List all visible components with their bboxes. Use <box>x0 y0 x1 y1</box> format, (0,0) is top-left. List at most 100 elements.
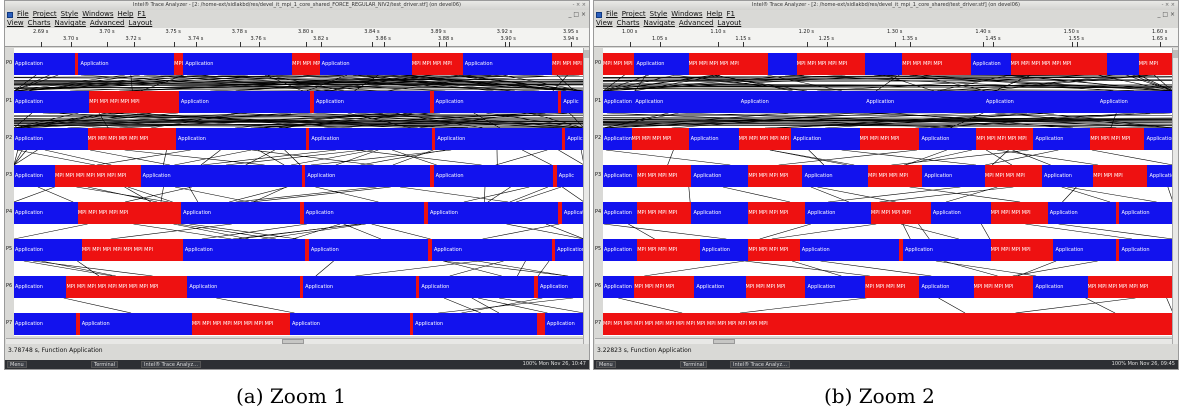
mpi-segment[interactable] <box>551 239 555 261</box>
vertical-scroll-thumb[interactable] <box>1173 50 1178 58</box>
mpi-segment[interactable] <box>553 165 557 187</box>
mpi-segment[interactable] <box>76 313 80 335</box>
mpi-segment[interactable]: MPI MPI <box>1138 53 1173 75</box>
process-lane-P5[interactable]: MPI MPI MPI MPI MPI MPI MPI MPI MPI MPI MP… <box>603 239 1173 261</box>
mpi-segment[interactable] <box>300 202 304 224</box>
mpi-segment[interactable]: MPI MPI MPI MPI MPI MPI MPI MPI MPI <box>66 276 188 298</box>
time-ruler[interactable]: 2.69 s 3.70 s 3.75 s 3.78 s 3.80 s 3.84 s 3.89… <box>5 28 589 47</box>
mpi-segment[interactable] <box>534 276 538 298</box>
menu-5[interactable]: F1 <box>726 10 734 19</box>
menu-0[interactable]: File <box>17 10 29 19</box>
mpi-segment[interactable] <box>409 313 413 335</box>
mpi-segment[interactable] <box>557 91 562 113</box>
chart-menu-4[interactable]: Layout <box>718 19 742 28</box>
process-lane-P3[interactable]: MPI MPI MPI MPI MPI MPI MPI MPI MPI MPI MP… <box>603 165 1173 187</box>
chart-menu-0[interactable]: View <box>7 19 24 28</box>
mpi-segment[interactable] <box>561 128 566 150</box>
mpi-segment[interactable]: MPI MPI MPI MPI MPI <box>688 53 769 75</box>
menu-4[interactable]: Help <box>707 10 723 19</box>
vertical-scrollbar[interactable] <box>583 48 589 344</box>
process-lane-P4[interactable]: MPI MPI MPI MPI MPI Application Applicatio… <box>14 202 584 224</box>
mpi-segment[interactable]: MPI MPI MPI MPI <box>868 165 923 187</box>
process-lane-P1[interactable]: Application Application Application Applica… <box>603 91 1173 113</box>
process-lane-P0[interactable]: MPI MPI MPI MPI MPI MPI MPI MPI MPI MPI MP… <box>603 53 1173 75</box>
trace-analyzer-taskbar-button[interactable]: Intel® Trace Analyz... <box>141 361 201 368</box>
process-lane-P3[interactable]: MPI MPI MPI MPI MPI MPI MPI Application Ap… <box>14 165 584 187</box>
menu-5[interactable]: F1 <box>137 10 145 19</box>
chart-menu-2[interactable]: Navigate <box>644 19 675 28</box>
mpi-segment[interactable] <box>424 202 428 224</box>
mpi-segment[interactable] <box>305 128 310 150</box>
mpi-segment[interactable]: MPI MPI MPI MPI <box>748 202 806 224</box>
mpi-segment[interactable] <box>299 276 303 298</box>
mpi-segment[interactable] <box>899 239 903 261</box>
menu-2[interactable]: Style <box>650 10 668 19</box>
menu-0[interactable]: File <box>606 10 618 19</box>
mpi-segment[interactable]: MPI MPI MPI MPI MPI <box>89 91 179 113</box>
mpi-segment[interactable]: MPI <box>174 53 184 75</box>
process-lane-P2[interactable]: MPI MPI MPI MPI MPI MPI Application Applic… <box>14 128 584 150</box>
window-inner-controls[interactable]: _ □ × <box>568 10 586 19</box>
window-controls[interactable]: - × × <box>573 1 586 10</box>
mpi-segment[interactable]: MPI MPI MPI MPI <box>902 53 971 75</box>
process-lane-P1[interactable]: MPI MPI MPI MPI MPI Application Applicatio… <box>14 91 584 113</box>
menu-4[interactable]: Help <box>118 10 134 19</box>
chart-menu-4[interactable]: Layout <box>129 19 153 28</box>
window-controls[interactable]: - × × <box>1162 1 1175 10</box>
mpi-segment[interactable]: MPI MPI MPI <box>292 53 320 75</box>
mpi-segment[interactable] <box>74 53 79 75</box>
mpi-segment[interactable]: MPI MPI MPI MPI <box>859 128 920 150</box>
process-lane-P5[interactable]: MPI MPI MPI MPI MPI MPI MPI Application Ap… <box>14 239 584 261</box>
mpi-segment[interactable]: MPI MPI MPI <box>552 53 584 75</box>
mpi-segment[interactable]: MPI MPI MPI MPI MPI MPI MPI <box>55 165 141 187</box>
mpi-segment[interactable]: MPI MPI MPI MPI <box>411 53 463 75</box>
menu-3[interactable]: Windows <box>671 10 702 19</box>
mpi-segment[interactable] <box>431 128 436 150</box>
mpi-segment[interactable]: MPI MPI MPI MPI <box>637 165 692 187</box>
process-lane-P6[interactable]: MPI MPI MPI MPI MPI MPI MPI MPI MPI MPI MP… <box>603 276 1173 298</box>
mpi-segment[interactable]: MPI MPI MPI MPI MPI MPI <box>1087 276 1173 298</box>
mpi-segment[interactable]: MPI MPI MPI MPI <box>984 165 1042 187</box>
process-lane-P7[interactable]: MPI MPI MPI MPI MPI MPI MPI MPI Applicati… <box>14 313 584 335</box>
mpi-segment[interactable] <box>1116 239 1120 261</box>
mpi-segment[interactable]: MPI MPI MPI <box>1093 165 1148 187</box>
mpi-segment[interactable] <box>305 239 309 261</box>
mpi-segment[interactable]: MPI MPI MPI MPI <box>748 165 803 187</box>
chart-menu-3[interactable]: Advanced <box>679 19 714 28</box>
mpi-segment[interactable]: MPI MPI MPI MPI <box>870 202 931 224</box>
mpi-segment[interactable]: MPI MPI MPI MPI <box>865 276 920 298</box>
mpi-segment[interactable] <box>415 276 420 298</box>
process-lane-P7[interactable]: MPI MPI MPI MPI MPI MPI MPI MPI MPI MPI … <box>603 313 1173 335</box>
mpi-segment[interactable]: MPI MPI MPI MPI <box>1090 128 1145 150</box>
terminal-taskbar-button[interactable]: Terminal <box>91 361 119 368</box>
mpi-segment[interactable]: MPI MPI MPI MPI MPI MPI MPI MPI MPI MPI … <box>603 313 1173 335</box>
horizontal-scroll-thumb[interactable] <box>282 339 304 344</box>
mpi-segment[interactable] <box>430 165 434 187</box>
mpi-segment[interactable]: MPI MPI MPI MPI MPI <box>77 202 181 224</box>
chart-menu-1[interactable]: Charts <box>28 19 51 28</box>
mpi-segment[interactable] <box>558 202 562 224</box>
process-lane-P0[interactable]: MPI MPI MPI MPI MPI MPI MPI MPI MPI MPI MPI… <box>14 53 584 75</box>
process-lane-P4[interactable]: MPI MPI MPI MPI MPI MPI MPI MPI MPI MPI MP… <box>603 202 1173 224</box>
time-ruler[interactable]: 1.00 s 1.10 s 1.20 s 1.30 s 1.40 s 1.50 s 1.60… <box>594 28 1178 47</box>
chart-menu-2[interactable]: Navigate <box>55 19 86 28</box>
mpi-segment[interactable] <box>536 313 545 335</box>
vertical-scroll-thumb[interactable] <box>584 50 589 58</box>
mpi-segment[interactable] <box>301 165 306 187</box>
mpi-segment[interactable]: MPI MPI MPI MPI MPI MPI <box>87 128 176 150</box>
mpi-segment[interactable]: MPI MPI MPI MPI <box>990 202 1048 224</box>
mpi-segment[interactable]: MPI MPI MPI MPI <box>634 276 695 298</box>
process-lane-P6[interactable]: MPI MPI MPI MPI MPI MPI MPI MPI MPI Appli… <box>14 276 584 298</box>
mpi-segment[interactable] <box>430 91 434 113</box>
start-menu-button[interactable]: Menu <box>596 361 616 368</box>
mpi-segment[interactable]: MPI MPI MPI MPI MPI <box>738 128 792 150</box>
mpi-segment[interactable]: MPI MPI MPI MPI <box>973 276 1034 298</box>
event-timeline-chart[interactable]: MPI MPI MPI MPI MPI MPI MPI MPI MPI MPI MP… <box>603 48 1173 336</box>
window-inner-controls[interactable]: _ □ × <box>1157 10 1175 19</box>
mpi-segment[interactable]: MPI MPI MPI <box>603 53 635 75</box>
menu-3[interactable]: Windows <box>82 10 113 19</box>
mpi-segment[interactable] <box>310 91 314 113</box>
mpi-segment[interactable] <box>428 239 432 261</box>
chart-menu-3[interactable]: Advanced <box>90 19 125 28</box>
vertical-scrollbar[interactable] <box>1172 48 1178 344</box>
